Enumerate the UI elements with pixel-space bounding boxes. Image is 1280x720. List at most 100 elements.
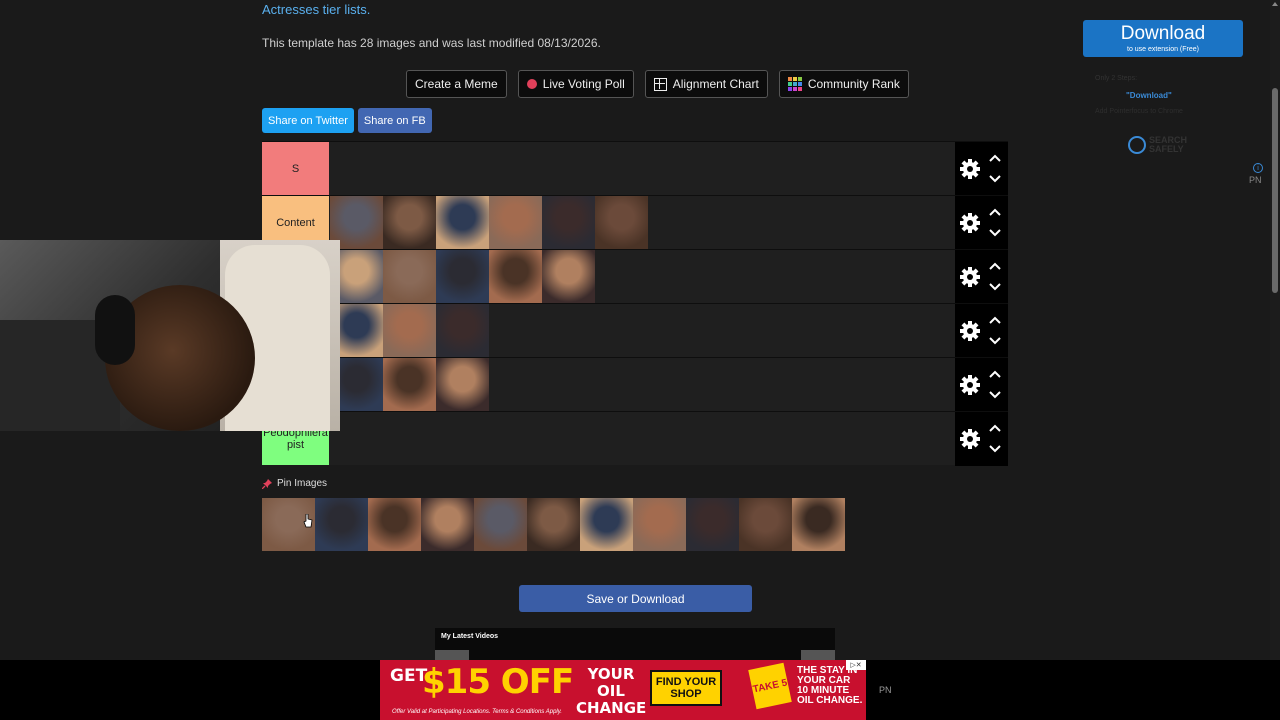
tier-image[interactable]	[383, 250, 436, 303]
info-icon[interactable]: i	[1253, 163, 1263, 173]
pin-image[interactable]	[421, 498, 474, 551]
tier-image[interactable]	[436, 250, 489, 303]
template-info: This template has 28 images and was last…	[262, 36, 601, 50]
pin-image[interactable]	[739, 498, 792, 551]
tier-controls	[955, 304, 1008, 358]
tier-image[interactable]	[489, 250, 542, 303]
page: Actresses tier lists. This template has …	[0, 0, 1280, 720]
tier-label[interactable]: S	[262, 142, 329, 195]
ad-offer-text: $15 OFF	[422, 662, 574, 702]
tier-items	[330, 196, 648, 249]
grid-icon	[653, 77, 667, 91]
chevron-down-icon[interactable]	[989, 391, 1001, 399]
share-row: Share on Twitter Share on FB	[262, 108, 432, 133]
create-meme-label: Create a Meme	[415, 77, 498, 91]
tier-image[interactable]	[595, 196, 648, 249]
chevron-down-icon[interactable]	[989, 229, 1001, 237]
ad-oil-change-text: YOUR OIL CHANGE	[576, 665, 647, 717]
live-voting-button[interactable]: Live Voting Poll	[517, 70, 634, 98]
community-rank-button[interactable]: Community Rank	[778, 70, 909, 98]
tier-controls	[955, 142, 1008, 196]
create-meme-button[interactable]: Create a Meme	[406, 70, 507, 98]
tier-items	[330, 304, 489, 357]
gear-icon[interactable]	[960, 321, 980, 341]
tier-image[interactable]	[383, 358, 436, 411]
chevron-down-icon[interactable]	[989, 445, 1001, 453]
alignment-chart-label: Alignment Chart	[672, 77, 759, 91]
gear-icon[interactable]	[960, 267, 980, 287]
share-facebook-button[interactable]: Share on FB	[357, 108, 432, 133]
chevron-up-icon[interactable]	[989, 154, 1001, 162]
ad-banner[interactable]: GET $15 OFF YOUR OIL CHANGE FIND YOUR SH…	[380, 660, 866, 720]
ad-find-shop-button[interactable]: FIND YOUR SHOP	[650, 670, 722, 706]
pin-images-label: Pin Images	[277, 478, 328, 489]
chevron-up-icon[interactable]	[989, 424, 1001, 432]
search-safely-logo: SEARCH SAFELY	[1128, 136, 1209, 154]
tier-row: S	[262, 141, 1008, 196]
tier-image[interactable]	[542, 196, 595, 249]
pin-image[interactable]	[792, 498, 845, 551]
tier-image[interactable]	[383, 304, 436, 357]
tier-image[interactable]	[436, 358, 489, 411]
tier-row	[262, 249, 1008, 304]
gear-icon[interactable]	[960, 213, 980, 233]
videos-prev-button[interactable]	[435, 650, 469, 660]
tier-controls	[955, 250, 1008, 304]
pin-image[interactable]	[474, 498, 527, 551]
tier-image[interactable]	[542, 250, 595, 303]
chevron-down-icon[interactable]	[989, 337, 1001, 345]
breadcrumb-link[interactable]: Actresses tier lists.	[262, 2, 370, 17]
ad-fine-print: Offer Valid at Participating Locations. …	[392, 709, 562, 715]
pin-image[interactable]	[633, 498, 686, 551]
share-twitter-button[interactable]: Share on Twitter	[262, 108, 354, 133]
page-scrollbar[interactable]	[1270, 0, 1280, 660]
extension-steps-title: Only 2 Steps:	[1095, 75, 1138, 82]
alignment-chart-button[interactable]: Alignment Chart	[644, 70, 768, 98]
chevron-down-icon[interactable]	[989, 283, 1001, 291]
pin-image[interactable]	[315, 498, 368, 551]
tier-image[interactable]	[436, 304, 489, 357]
gear-icon[interactable]	[960, 429, 980, 449]
ad-tagline: THE STAY IN YOUR CAR 10 MINUTE OIL CHANG…	[797, 665, 863, 706]
pin-images-header[interactable]: Pin Images	[262, 478, 327, 489]
pin-image[interactable]	[580, 498, 633, 551]
tier-row	[262, 303, 1008, 358]
pin-image[interactable]	[527, 498, 580, 551]
tier-image[interactable]	[383, 196, 436, 249]
download-subtitle: to use extension (Free)	[1127, 46, 1199, 53]
pin-image[interactable]	[368, 498, 421, 551]
ad-close-icon[interactable]: ▷✕	[846, 660, 866, 670]
action-row: Create a Meme Live Voting Poll Alignment…	[406, 70, 909, 98]
tier-image[interactable]	[489, 196, 542, 249]
tier-controls	[955, 412, 1008, 466]
unranked-image-strip	[262, 498, 845, 551]
scroll-up-icon[interactable]	[1272, 2, 1278, 6]
chevron-down-icon[interactable]	[989, 175, 1001, 183]
ad-brand-badge: TAKE 5	[748, 662, 792, 710]
latest-videos-panel: My Latest Videos	[435, 628, 835, 660]
scroll-thumb[interactable]	[1272, 88, 1278, 293]
pin-image[interactable]	[686, 498, 739, 551]
videos-next-button[interactable]	[801, 650, 835, 660]
tier-row	[262, 357, 1008, 412]
chevron-up-icon[interactable]	[989, 370, 1001, 378]
gear-icon[interactable]	[960, 375, 980, 395]
pin-icon	[262, 478, 272, 489]
mouse-cursor-icon	[303, 514, 313, 528]
live-voting-label: Live Voting Poll	[542, 77, 625, 91]
bottom-pn-label: PN	[879, 685, 892, 695]
tier-controls	[955, 196, 1008, 250]
chevron-up-icon[interactable]	[989, 316, 1001, 324]
gear-icon[interactable]	[960, 159, 980, 179]
save-or-download-button[interactable]: Save or Download	[519, 585, 752, 612]
globe-icon	[1128, 136, 1146, 154]
download-extension-button[interactable]: Download to use extension (Free)	[1083, 20, 1243, 57]
chevron-up-icon[interactable]	[989, 208, 1001, 216]
rank-grid-icon	[787, 77, 802, 91]
chevron-up-icon[interactable]	[989, 262, 1001, 270]
community-rank-label: Community Rank	[807, 77, 900, 91]
download-title: Download	[1120, 23, 1206, 44]
latest-videos-title: My Latest Videos	[441, 633, 499, 640]
extension-step-download[interactable]: "Download"	[1126, 91, 1172, 100]
tier-image[interactable]	[436, 196, 489, 249]
